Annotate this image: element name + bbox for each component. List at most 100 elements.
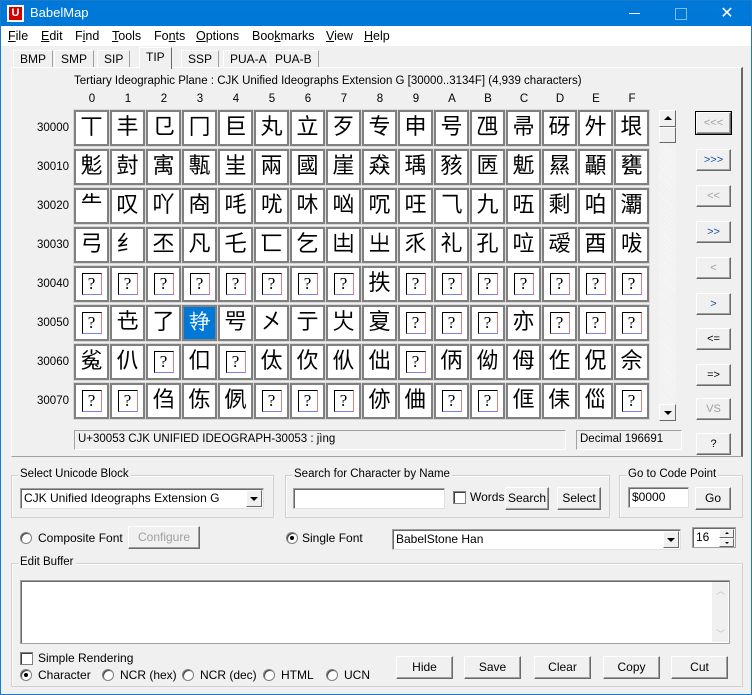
- tab-smp[interactable]: SMP: [54, 50, 95, 68]
- character-cell[interactable]: ?: [541, 265, 578, 303]
- character-cell[interactable]: 仈: [109, 343, 146, 381]
- character-cell-selected[interactable]: 𰁓: [181, 304, 218, 342]
- character-cell[interactable]: ?: [505, 265, 542, 303]
- character-cell[interactable]: 亍: [289, 304, 326, 342]
- character-cell[interactable]: 㝢: [145, 148, 182, 186]
- character-cell[interactable]: 酉: [577, 226, 614, 264]
- character-cell[interactable]: ?: [217, 265, 254, 303]
- character-cell[interactable]: 㕲: [289, 187, 326, 225]
- minimize-button[interactable]: [612, 1, 658, 26]
- character-cell[interactable]: ?: [613, 265, 650, 303]
- history-back-button[interactable]: <=: [696, 328, 731, 350]
- tab-pua-a[interactable]: PUA-A: [223, 50, 274, 68]
- go-button[interactable]: Go: [695, 487, 731, 510]
- menu-tools[interactable]: Tools: [112, 29, 141, 43]
- character-cell[interactable]: 㑁: [361, 343, 398, 381]
- character-cell[interactable]: 㞷: [217, 148, 254, 186]
- hide-button[interactable]: Hide: [396, 656, 453, 679]
- character-cell[interactable]: 帚: [505, 109, 542, 147]
- app-icon[interactable]: U: [7, 5, 24, 22]
- character-cell[interactable]: 㕯: [181, 187, 218, 225]
- menu-options[interactable]: Options: [196, 29, 239, 43]
- scroll-down-icon[interactable]: ﹀: [716, 627, 725, 640]
- select-button[interactable]: Select: [557, 487, 601, 510]
- character-cell[interactable]: 㑀: [253, 343, 290, 381]
- menu-bookmarks[interactable]: Bookmarks: [252, 29, 315, 43]
- character-cell[interactable]: 㑃: [469, 343, 506, 381]
- character-cell[interactable]: ?: [253, 382, 290, 420]
- character-cell[interactable]: ?: [181, 265, 218, 303]
- character-cell[interactable]: ?: [73, 382, 110, 420]
- menu-edit[interactable]: Edit: [41, 29, 63, 43]
- character-cell[interactable]: 㔷: [469, 148, 506, 186]
- character-cell[interactable]: 㕺: [217, 304, 254, 342]
- character-cell[interactable]: 㬎: [541, 148, 578, 186]
- character-cell[interactable]: 㑅: [541, 343, 578, 381]
- character-cell[interactable]: 弓: [73, 226, 110, 264]
- menu-fonts[interactable]: Fonts: [154, 29, 185, 43]
- character-cell[interactable]: ?: [433, 382, 470, 420]
- character-cell[interactable]: ⺄: [433, 187, 470, 225]
- character-cell[interactable]: 鬽: [73, 148, 110, 186]
- character-cell[interactable]: 鬿: [505, 148, 542, 186]
- prev-char-button[interactable]: <: [696, 257, 731, 279]
- character-cell[interactable]: ?: [577, 265, 614, 303]
- format-radio-html[interactable]: [263, 669, 275, 681]
- character-cell[interactable]: 申: [397, 109, 434, 147]
- character-cell[interactable]: 尌: [109, 148, 146, 186]
- tab-ssp[interactable]: SSP: [181, 50, 220, 68]
- next-page-button[interactable]: >>: [696, 221, 731, 243]
- character-cell[interactable]: ⺧: [73, 187, 110, 225]
- copy-button[interactable]: Copy: [603, 656, 660, 679]
- character-cell[interactable]: 㑊: [361, 382, 398, 420]
- character-cell[interactable]: 㑇: [145, 382, 182, 420]
- character-cell[interactable]: 丰: [109, 109, 146, 147]
- character-cell[interactable]: 号: [433, 109, 470, 147]
- character-cell[interactable]: 㶚: [613, 187, 650, 225]
- character-cell[interactable]: 丕: [145, 226, 182, 264]
- format-radio-ucn[interactable]: [326, 669, 338, 681]
- character-cell[interactable]: 甕: [613, 148, 650, 186]
- character-cell[interactable]: 㑆: [577, 343, 614, 381]
- search-input[interactable]: [293, 488, 445, 509]
- character-cell[interactable]: 㐸: [289, 343, 326, 381]
- prev-page-button[interactable]: <<: [696, 185, 731, 207]
- character-cell[interactable]: 乑: [397, 226, 434, 264]
- character-cell[interactable]: 吖: [145, 187, 182, 225]
- character-cell[interactable]: 㐰: [181, 343, 218, 381]
- scroll-up-arrow-icon[interactable]: [659, 110, 676, 127]
- edit-buffer-textarea[interactable]: ︿ ﹀: [20, 580, 730, 644]
- last-block-button[interactable]: >>>: [696, 149, 731, 171]
- close-button[interactable]: ✕: [704, 1, 750, 26]
- font-size-spinner[interactable]: 16: [692, 527, 736, 548]
- character-cell[interactable]: ?: [469, 265, 506, 303]
- character-cell[interactable]: ?: [145, 343, 182, 381]
- menu-help[interactable]: Help: [364, 29, 390, 43]
- format-radio-ncr-hex[interactable]: [102, 669, 114, 681]
- character-cell[interactable]: ?: [73, 265, 110, 303]
- character-cell[interactable]: 凡: [181, 226, 218, 264]
- character-cell[interactable]: ?: [397, 265, 434, 303]
- save-button[interactable]: Save: [464, 656, 521, 679]
- menu-file[interactable]: File: [8, 29, 28, 43]
- character-cell[interactable]: 兩: [253, 148, 290, 186]
- character-cell[interactable]: 抶: [361, 265, 398, 303]
- character-cell[interactable]: 瑀: [397, 148, 434, 186]
- tab-pua-b[interactable]: PUA-B: [268, 50, 319, 68]
- variation-selector-button[interactable]: VS: [696, 398, 731, 420]
- character-cell[interactable]: ?: [577, 304, 614, 342]
- composite-font-radio[interactable]: [20, 532, 32, 544]
- single-font-radio[interactable]: [286, 532, 298, 544]
- format-radio-character[interactable]: [20, 669, 32, 681]
- character-cell[interactable]: ?: [541, 304, 578, 342]
- character-cell[interactable]: ?: [469, 304, 506, 342]
- character-cell[interactable]: 孔: [469, 226, 506, 264]
- character-cell[interactable]: 㚆: [361, 304, 398, 342]
- character-cell[interactable]: ?: [217, 343, 254, 381]
- font-select[interactable]: BabelStone Han: [392, 529, 681, 550]
- character-cell[interactable]: 㕵: [397, 187, 434, 225]
- character-cell[interactable]: 㝹: [73, 343, 110, 381]
- history-forward-button[interactable]: =>: [696, 364, 731, 386]
- character-cell[interactable]: ?: [325, 265, 362, 303]
- character-cell[interactable]: 九: [469, 187, 506, 225]
